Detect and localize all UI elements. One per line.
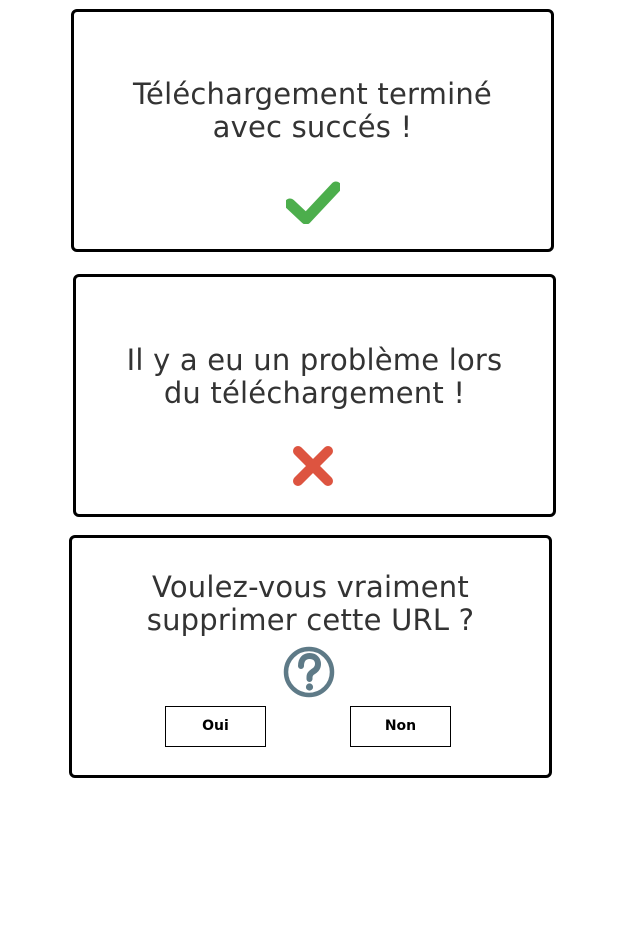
yes-button[interactable]: Oui [165,706,266,747]
error-message-line1: Il y a eu un problème lors [126,343,503,377]
success-message-line1: Téléchargement terminé [133,77,492,111]
confirm-dialog: Voulez-vous vraiment supprimer cette URL… [69,535,552,778]
checkmark-icon [286,181,340,224]
no-button[interactable]: Non [350,706,451,747]
confirm-message-line1: Voulez-vous vraiment [152,570,469,604]
error-dialog: Il y a eu un problème lors du télécharge… [73,274,556,517]
error-message: Il y a eu un problème lors du télécharge… [76,344,553,410]
success-message-line2: avec succés ! [212,110,413,144]
success-dialog: Téléchargement terminé avec succés ! [71,9,554,252]
confirm-message-line2: supprimer cette URL ? [146,603,475,637]
confirm-message: Voulez-vous vraiment supprimer cette URL… [72,571,549,637]
error-message-line2: du téléchargement ! [163,376,466,410]
question-circle-icon [283,646,335,698]
cross-icon [293,446,333,486]
success-message: Téléchargement terminé avec succés ! [74,78,551,144]
